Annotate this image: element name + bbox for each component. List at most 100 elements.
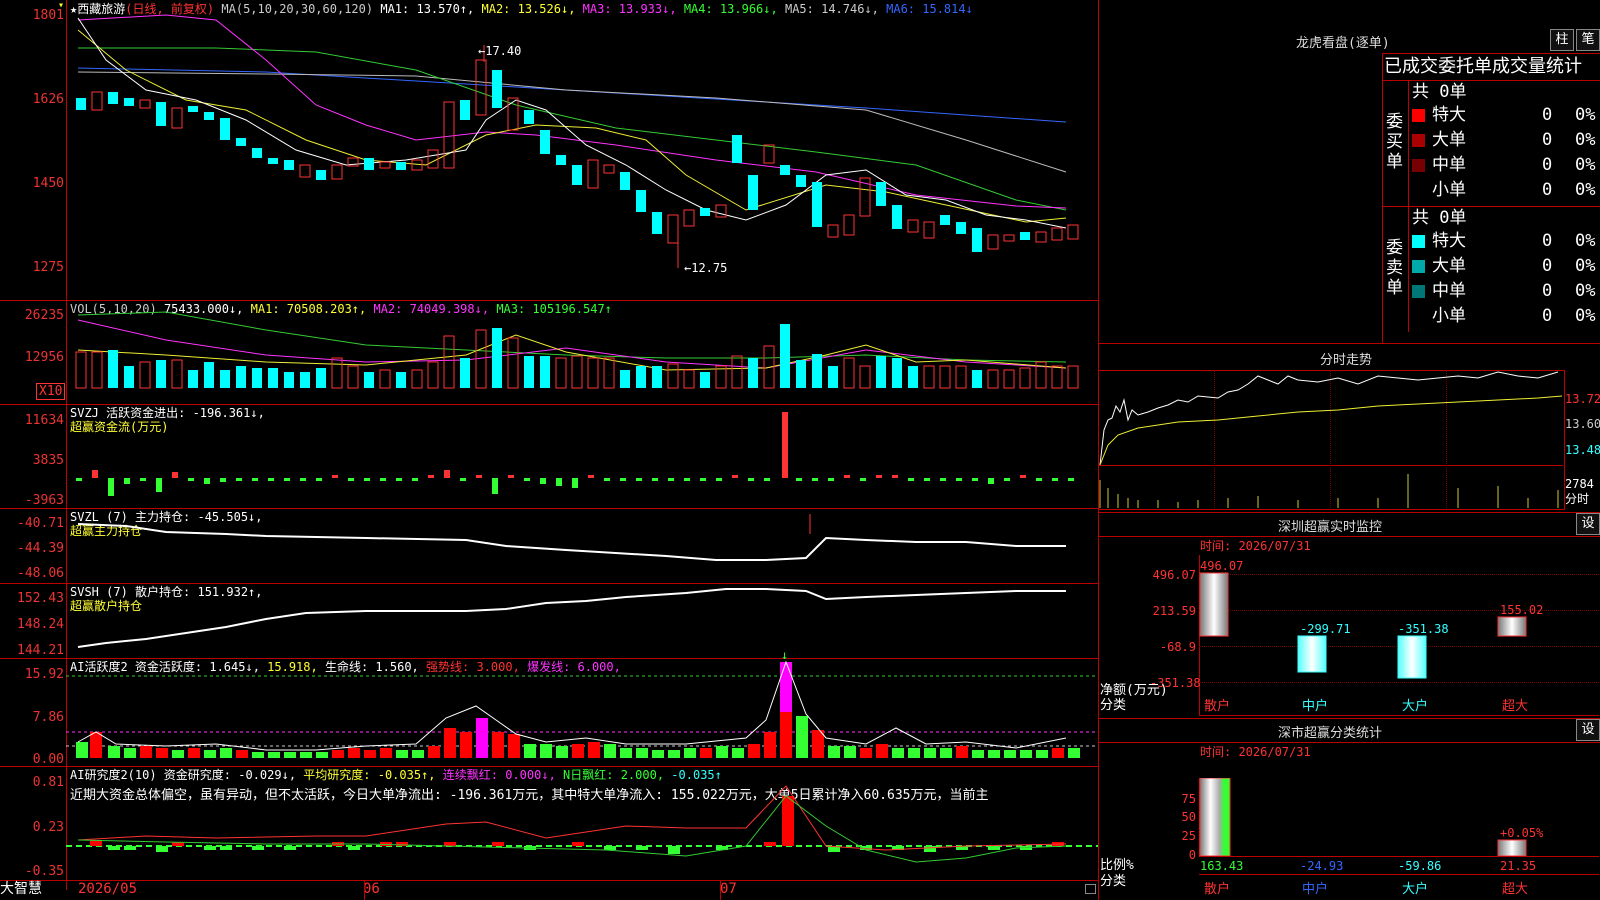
ai2-bar [332, 750, 344, 758]
svzj-bar [764, 478, 770, 481]
candle [892, 205, 902, 229]
ai2-bar [924, 748, 936, 758]
cls-note: +0.05% [1500, 826, 1544, 840]
svzj-bar [860, 478, 866, 481]
ai2-bar [556, 746, 568, 758]
ai2-bar [652, 750, 664, 758]
xaxis-tick [720, 880, 721, 900]
vol-bar [492, 328, 502, 388]
vol-bar [268, 368, 278, 388]
intraday-avg-line [1099, 395, 1563, 466]
order-type-label: 小单 [1432, 306, 1466, 326]
tick-view-button[interactable]: 笔 [1576, 29, 1600, 51]
sell-label: 委卖单 [1386, 238, 1403, 298]
ai2-bar [876, 744, 888, 758]
lock-icon[interactable] [1085, 884, 1096, 894]
order-count: 0 [1542, 180, 1553, 200]
svzj-bar [828, 478, 834, 481]
ai-research-bar [572, 842, 584, 846]
svzj-bar [1068, 478, 1074, 481]
candle [236, 138, 246, 146]
vol-bar [540, 356, 550, 388]
ai-research-bar [492, 842, 504, 846]
vol-bar [587, 357, 599, 389]
bar-view-button[interactable]: 柱 [1550, 29, 1574, 51]
cls-x-axis [1199, 856, 1599, 857]
candle [460, 100, 470, 120]
ai2-bar [124, 748, 136, 758]
vol-bar [1067, 365, 1079, 389]
vol-bar [379, 369, 391, 389]
ai2-bar [300, 752, 312, 758]
ai2-bar [1004, 750, 1016, 758]
svsh-chart [77, 588, 1066, 648]
sz-value: -351.38 [1398, 622, 1449, 636]
svzj-bar [812, 478, 818, 481]
svzj-bar [268, 478, 274, 481]
ai2-bar [1036, 750, 1048, 758]
ai2-bar [316, 752, 328, 758]
ai-research-bar [782, 796, 794, 846]
ai2-bar [988, 750, 1000, 758]
svzj-bars [76, 412, 1074, 496]
vol-bar [108, 350, 118, 388]
order-pct: 0% [1575, 155, 1596, 175]
svzj-bar [236, 478, 242, 481]
ai2-bar [1068, 748, 1080, 758]
svzj-bar [364, 478, 370, 481]
cls-ylabel: 比例% [1100, 858, 1134, 873]
sz-monitor-settings-button[interactable]: 设 [1576, 513, 1600, 535]
svzj-bar [396, 478, 402, 481]
ai2-bar [540, 744, 552, 758]
candle [987, 234, 999, 250]
order-swatch [1412, 235, 1425, 248]
ai2-bar [700, 748, 712, 758]
sz-category: 中户 [1302, 699, 1329, 714]
svzj-tick: -3963 [24, 493, 64, 508]
svsh-tick: 144.21 [17, 643, 64, 658]
order-count: 0 [1542, 281, 1553, 301]
ai2-bar [860, 748, 872, 758]
order-row: 小单 0 0% [1412, 179, 1600, 201]
price-tick: 1275 [32, 260, 64, 275]
candle [220, 118, 230, 140]
cls-category-label: 分类 [1100, 874, 1127, 889]
vol-bar [284, 372, 294, 388]
ai2-bar [172, 750, 184, 758]
candle [572, 165, 582, 185]
logo: 大智慧 [0, 881, 42, 897]
vol-bar [700, 372, 710, 388]
candle [796, 175, 806, 187]
order-row: 特大 0 0% [1412, 230, 1600, 252]
svzj-bar [492, 478, 498, 494]
order-row: 中单 0 0% [1412, 154, 1600, 176]
vol-bar [347, 365, 359, 389]
order-count: 0 [1542, 155, 1553, 175]
order-swatch [1412, 134, 1425, 147]
sz-y-tick: 213.59 [1152, 604, 1196, 618]
candle [139, 99, 151, 109]
ai-research-bar [108, 846, 120, 850]
lhb-title: 龙虎看盘(逐单) [1296, 36, 1390, 51]
svzj-bar [332, 475, 338, 478]
ai2-bar [156, 748, 168, 758]
vol-bar [443, 335, 455, 389]
order-count: 0 [1542, 306, 1553, 326]
price-tick: 1801 [32, 8, 64, 23]
vol-bar [252, 368, 262, 388]
vol-bar [1003, 369, 1015, 389]
svzj-bar [668, 478, 674, 481]
vol-bar [396, 372, 406, 388]
cls-chart [1199, 778, 1527, 856]
candle [1003, 234, 1015, 242]
svzj-bar [652, 478, 658, 481]
stats-sep [1382, 80, 1600, 81]
svzj-bar [716, 478, 722, 481]
candle [603, 164, 615, 174]
cls-settings-button[interactable]: 设 [1576, 719, 1600, 741]
order-type-label: 中单 [1432, 281, 1466, 301]
svzj-bar [460, 478, 466, 481]
cls-bar-super [1497, 839, 1527, 856]
ai-research-bar [764, 842, 776, 846]
vol-unit-badge[interactable]: X10 [36, 383, 66, 400]
